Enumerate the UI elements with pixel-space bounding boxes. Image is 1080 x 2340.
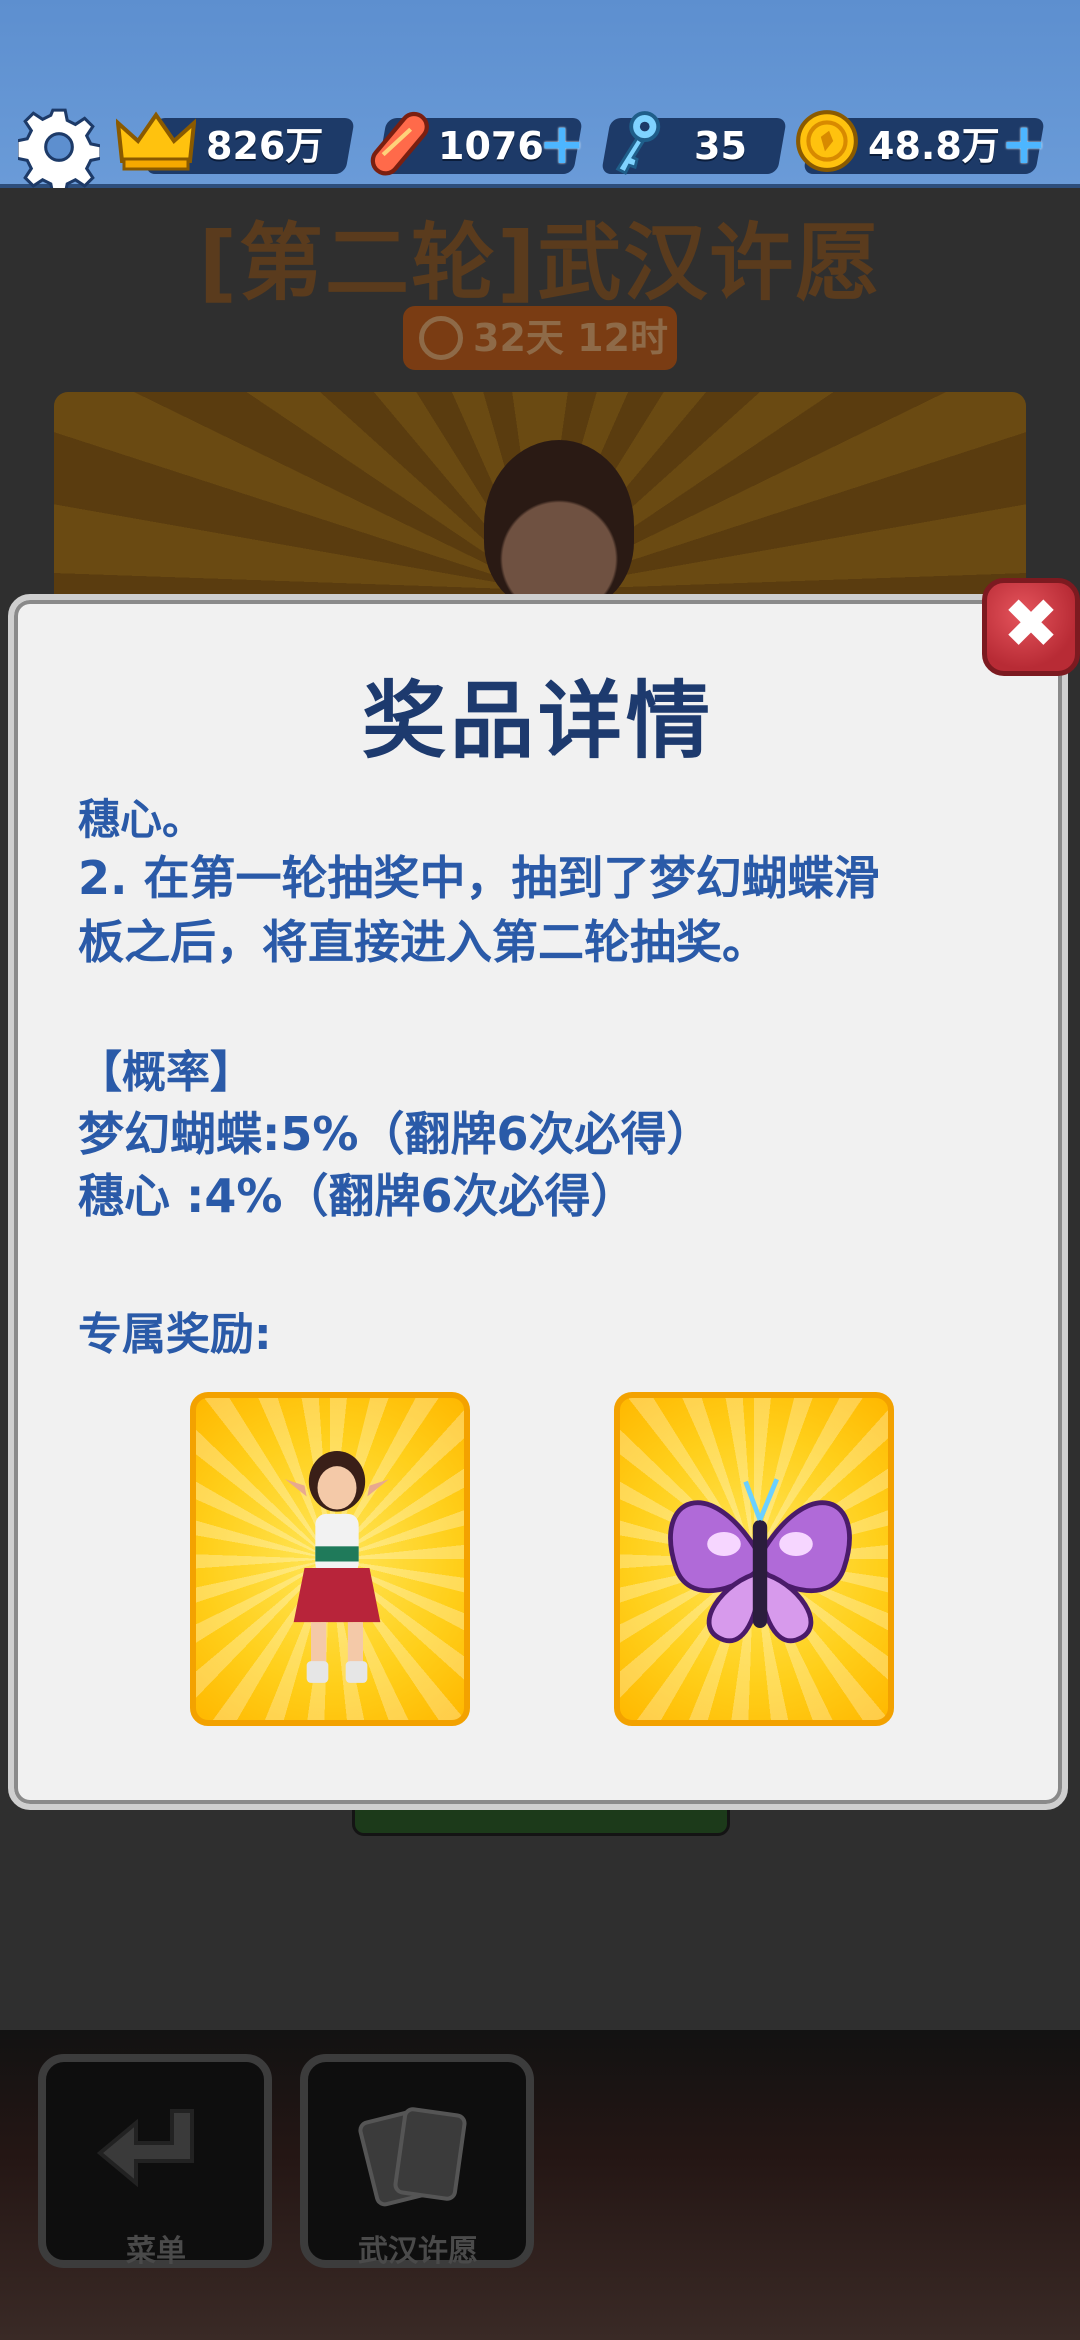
dialog-title: 奖品详情	[361, 672, 714, 770]
desc-line-1: 穗心。	[78, 795, 205, 844]
butterfly-hoverboard-icon	[668, 1478, 852, 1644]
reward-card-butterfly-board[interactable]	[614, 1392, 894, 1726]
stopwatch-icon	[419, 316, 463, 360]
hoverboard-icon	[370, 111, 429, 176]
crown-icon	[116, 111, 196, 171]
probability-suixin: 穗心 :4%（翻牌6次必得）	[78, 1169, 637, 1223]
wish-label: 武汉许愿	[358, 2234, 478, 2269]
event-timer: 32天 12时	[403, 306, 677, 370]
probability-butterfly: 梦幻蝴蝶:5%（翻牌6次必得）	[78, 1107, 713, 1161]
key-icon	[615, 111, 661, 175]
probability-heading: 【概率】	[78, 1047, 254, 1098]
crowns-value: 826万	[206, 124, 324, 168]
coins-value: 48.8万	[868, 124, 1000, 168]
coin-icon	[796, 110, 858, 172]
hoverboards-value: 1076	[438, 124, 544, 168]
character-suixin-icon	[285, 1451, 389, 1683]
exclusive-rewards-heading: 专属奖励:	[78, 1309, 272, 1360]
event-timer-text: 32天 12时	[473, 316, 668, 360]
keys-value: 35	[694, 124, 747, 168]
menu-label: 菜单	[126, 2234, 186, 2269]
add-hoverboards-button[interactable]: +	[536, 117, 588, 173]
top-resource-bar: 826万 1076 + 35 48.8万 +	[0, 0, 1080, 188]
close-button[interactable]: ✖	[982, 578, 1080, 676]
prize-details-dialog: 奖品详情 穗心。 2. 在第一轮抽奖中，抽到了梦幻蝴蝶滑 板之后，将直接进入第二…	[8, 594, 1068, 1810]
return-arrow-icon	[96, 2109, 194, 2188]
event-title: [第二轮]武汉许愿	[198, 214, 882, 312]
desc-line-2: 2. 在第一轮抽奖中，抽到了梦幻蝴蝶滑	[78, 851, 880, 905]
character-preview	[484, 440, 634, 610]
desc-line-3: 板之后，将直接进入第二轮抽奖。	[78, 915, 768, 969]
reward-card-character[interactable]	[190, 1392, 470, 1726]
cards-icon	[358, 2107, 467, 2207]
settings-gear-icon[interactable]	[18, 106, 100, 188]
add-coins-button[interactable]: +	[998, 117, 1050, 173]
